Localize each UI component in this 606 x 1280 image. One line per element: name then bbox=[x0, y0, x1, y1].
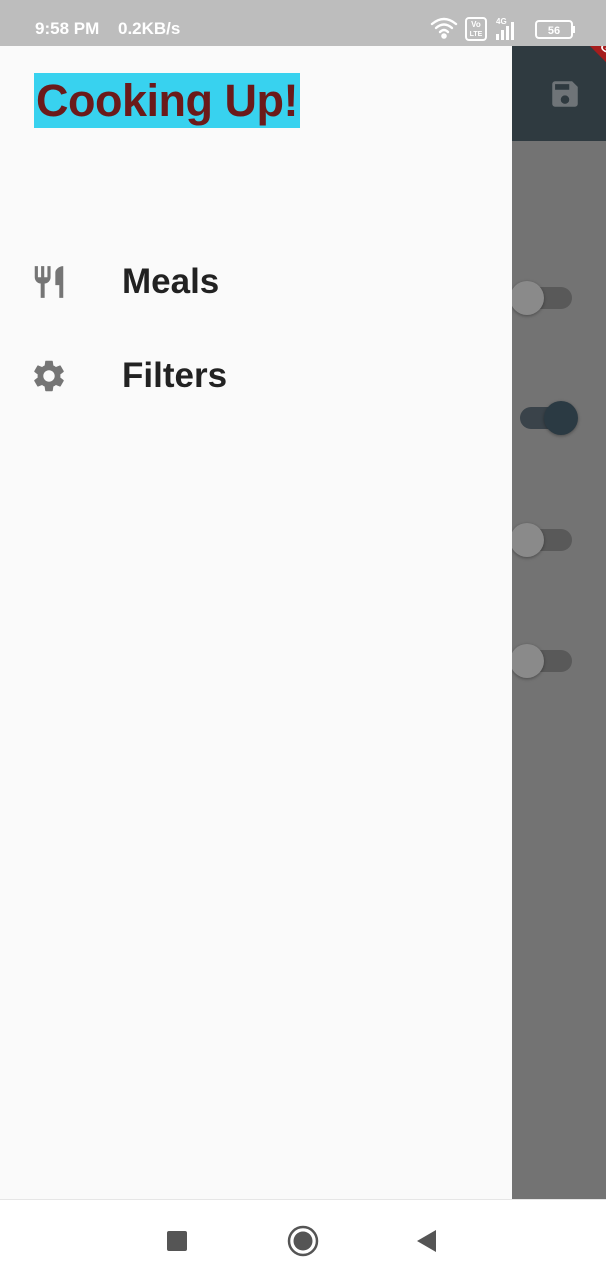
settings-gear-icon bbox=[34, 360, 64, 392]
system-navigation-bar bbox=[0, 1199, 606, 1280]
battery-icon: 56 bbox=[535, 20, 575, 39]
switch-thumb bbox=[544, 401, 578, 435]
recents-square-icon[interactable] bbox=[166, 1230, 188, 1252]
svg-text:4G: 4G bbox=[496, 17, 507, 26]
drawer-item-label: Filters bbox=[122, 356, 228, 395]
svg-text:56: 56 bbox=[548, 25, 560, 37]
wifi-icon bbox=[430, 17, 458, 39]
switch-thumb bbox=[510, 281, 544, 315]
switch-thumb bbox=[510, 644, 544, 678]
svg-text:LTE: LTE bbox=[470, 31, 483, 38]
volte-icon: Vo LTE bbox=[465, 17, 487, 41]
status-time: 9:58 PM bbox=[35, 19, 100, 38]
drawer-title: Cooking Up! bbox=[34, 73, 300, 128]
status-bar: 9:58 PM 0.2KB/s Vo LTE 4G 56 bbox=[0, 0, 606, 46]
navigation-drawer: Cooking Up! Meals Filters bbox=[0, 46, 512, 1199]
restaurant-icon bbox=[34, 266, 64, 298]
status-icons: Vo LTE 4G 56 bbox=[430, 17, 575, 41]
switch-thumb bbox=[510, 523, 544, 557]
network-speed: 0.2KB/s bbox=[118, 19, 181, 38]
home-circle-icon[interactable] bbox=[287, 1225, 319, 1257]
drawer-item-label: Meals bbox=[122, 262, 220, 301]
svg-text:Vo: Vo bbox=[471, 20, 481, 29]
back-triangle-icon[interactable] bbox=[415, 1229, 437, 1253]
signal-icon: 4G bbox=[496, 17, 514, 40]
drawer-item-filters[interactable]: Filters bbox=[0, 333, 512, 419]
drawer-item-meals[interactable]: Meals bbox=[0, 239, 512, 325]
